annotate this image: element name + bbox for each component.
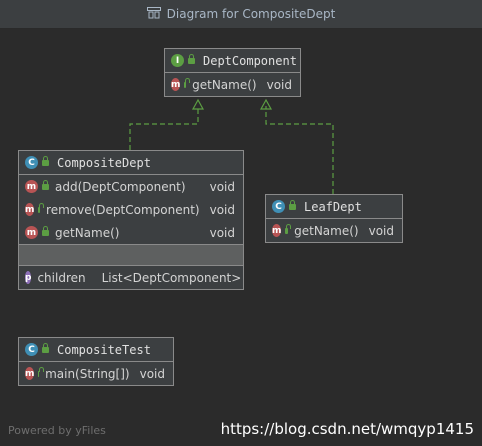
- return-type: void: [209, 202, 235, 217]
- method-name: main(String[]): [45, 366, 130, 381]
- method-name: add(DeptComponent): [55, 179, 186, 194]
- method-row[interactable]: m getName() void: [165, 73, 300, 96]
- property-icon: p: [25, 271, 32, 284]
- class-icon: C: [25, 156, 38, 169]
- node-compositedept[interactable]: C CompositeDept m add(DeptComponent) voi…: [18, 150, 244, 290]
- public-lock-icon: [38, 366, 43, 377]
- public-lock-icon: [289, 199, 296, 210]
- method-icon: m: [25, 367, 35, 380]
- method-row[interactable]: m remove(DeptComponent) void: [19, 198, 243, 221]
- powered-by-label: Powered by yFiles: [8, 424, 106, 437]
- public-lock-icon: [42, 179, 49, 190]
- property-type: List<DeptComponent>: [101, 270, 242, 285]
- public-lock-icon: [42, 155, 49, 166]
- arrowhead-compositedept: [191, 98, 205, 110]
- method-icon: m: [25, 226, 38, 239]
- public-lock-icon: [38, 202, 44, 213]
- public-lock-icon: [184, 77, 190, 88]
- edge-compositedept-to-deptcomponent: [129, 106, 199, 150]
- method-icon: m: [25, 203, 35, 216]
- node-title: LeafDept: [304, 199, 362, 214]
- node-title: CompositeTest: [57, 342, 151, 357]
- window-title: Diagram for CompositeDept: [166, 7, 336, 21]
- public-lock-icon: [188, 53, 195, 64]
- node-compositetest[interactable]: C CompositeTest m main(String[]) void: [18, 337, 174, 386]
- watermark-text: https://blog.csdn.net/wmqyp1415: [220, 420, 474, 438]
- node-title: CompositeDept: [57, 155, 151, 170]
- class-icon: C: [272, 200, 285, 213]
- return-type: void: [209, 225, 235, 240]
- return-type: void: [368, 223, 394, 238]
- node-header: C CompositeDept: [19, 151, 243, 175]
- window-titlebar: Diagram for CompositeDept: [0, 0, 482, 29]
- method-row[interactable]: m getName() void: [19, 221, 243, 245]
- method-icon: m: [272, 224, 282, 237]
- public-lock-icon: [42, 225, 49, 236]
- edge-leafdept-to-deptcomponent: [265, 106, 334, 194]
- interface-icon: I: [171, 54, 184, 67]
- node-title: DeptComponent: [203, 53, 297, 68]
- return-type: void: [209, 179, 235, 194]
- method-name: remove(DeptComponent): [46, 202, 200, 217]
- return-type: void: [139, 366, 165, 381]
- return-type: void: [266, 77, 292, 92]
- node-header: I DeptComponent: [165, 49, 300, 73]
- public-lock-icon: [42, 342, 49, 353]
- node-header: C LeafDept: [266, 195, 402, 219]
- method-icon: m: [171, 78, 181, 91]
- property-row[interactable]: p children List<DeptComponent>: [19, 266, 243, 289]
- method-row[interactable]: m main(String[]) void: [19, 362, 173, 385]
- arrowhead-leafdept: [259, 98, 273, 110]
- diagram-icon: [146, 6, 161, 22]
- method-row[interactable]: m getName() void: [266, 219, 402, 242]
- class-icon: C: [25, 343, 38, 356]
- public-lock-icon: [285, 223, 291, 234]
- empty-fields-section: [19, 245, 243, 266]
- method-name: getName(): [294, 223, 359, 238]
- method-name: getName(): [55, 225, 120, 240]
- property-name: children: [37, 270, 86, 285]
- method-row[interactable]: m add(DeptComponent) void: [19, 175, 243, 198]
- method-icon: m: [25, 180, 38, 193]
- method-name: getName(): [192, 77, 257, 92]
- node-leafdept[interactable]: C LeafDept m getName() void: [265, 194, 403, 243]
- node-deptcomponent[interactable]: I DeptComponent m getName() void: [164, 48, 301, 97]
- node-header: C CompositeTest: [19, 338, 173, 362]
